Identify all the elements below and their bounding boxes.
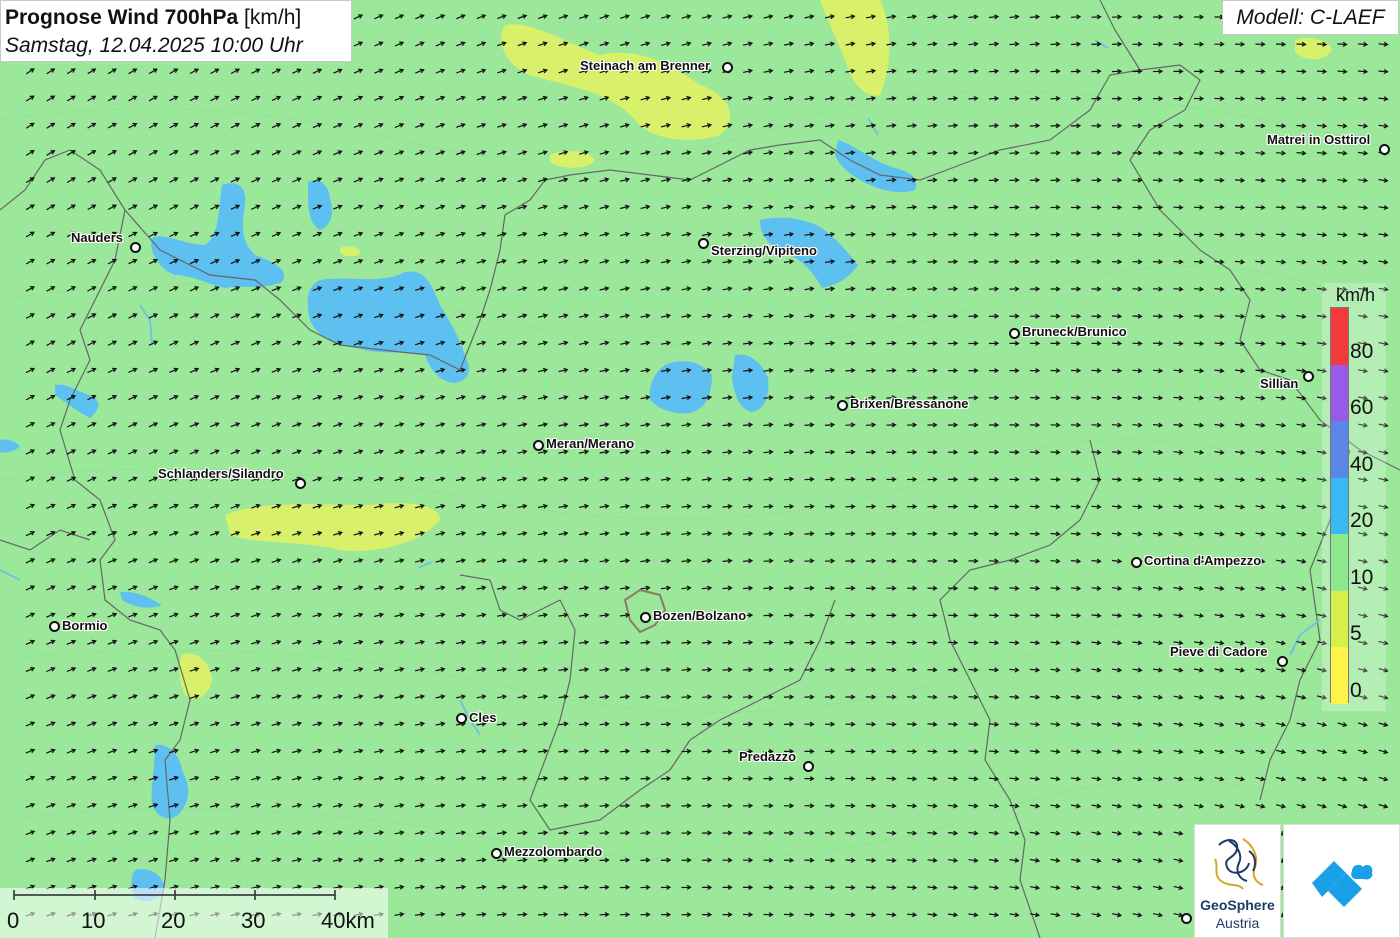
scale-label-0: 0	[7, 908, 20, 933]
city-label-cles: Cles	[469, 710, 497, 725]
geosphere-logo[interactable]: GeoSphere Austria	[1194, 824, 1281, 938]
legend-label-40: 40	[1350, 453, 1374, 476]
geosphere-emblem-icon	[1214, 838, 1264, 890]
city-label-mezzolombardo: Mezzolombardo	[504, 844, 603, 859]
map-title-unit: [km/h]	[244, 6, 302, 29]
map-title: Prognose Wind 700hPa [km/h]	[5, 4, 347, 32]
city-marker[interactable]	[1277, 656, 1288, 667]
city-label-predazzo: Predazzo	[739, 749, 797, 764]
legend-swatch-80	[1331, 308, 1348, 365]
city-marker[interactable]	[295, 478, 306, 489]
city-marker[interactable]	[722, 62, 733, 73]
city-label-pieve: Pieve di Cadore	[1170, 644, 1268, 659]
forecast-datetime: Samstag, 12.04.2025 10:00 Uhr	[5, 34, 303, 57]
legend-swatch-5	[1331, 591, 1348, 647]
city-label-brixen: Brixen/Bressanone	[850, 396, 969, 411]
city-label-schlanders: Schlanders/Silandro	[158, 466, 284, 481]
legend-label-20: 20	[1350, 509, 1374, 532]
legend-swatch-0	[1331, 647, 1348, 704]
city-marker[interactable]	[640, 612, 651, 623]
legend-colorbar	[1330, 307, 1349, 704]
city-label-cortina: Cortina d'Ampezzo	[1144, 553, 1262, 568]
map-title-box: Prognose Wind 700hPa [km/h] Samstag, 12.…	[0, 0, 352, 62]
scale-label-30: 30	[241, 908, 266, 933]
geosphere-name: GeoSphere	[1200, 897, 1275, 913]
city-label-bozen: Bozen/Bolzano	[653, 608, 747, 623]
house-cloud-icon	[1312, 861, 1373, 907]
city-marker[interactable]	[49, 621, 60, 632]
legend-swatch-10	[1331, 534, 1348, 591]
city-marker[interactable]	[837, 400, 848, 411]
city-label-sterzing: Sterzing/Vipiteno	[711, 243, 817, 258]
city-label-matrei: Matrei in Osttirol	[1267, 132, 1371, 147]
model-label: Modell: C-LAEF	[1222, 0, 1399, 35]
legend-unit: km/h	[1336, 285, 1376, 305]
legend-label-60: 60	[1350, 396, 1374, 419]
city-marker[interactable]	[1303, 371, 1314, 382]
city-marker[interactable]	[533, 440, 544, 451]
city-marker[interactable]	[1009, 328, 1020, 339]
city-label-bormio: Bormio	[62, 618, 108, 633]
scale-label-20: 20	[161, 908, 186, 933]
legend-swatch-60	[1331, 365, 1348, 421]
geosphere-country: Austria	[1215, 915, 1260, 931]
city-marker[interactable]	[698, 238, 709, 249]
city-marker[interactable]	[491, 848, 502, 859]
partner-logo[interactable]	[1283, 824, 1400, 938]
city-label-meran: Meran/Merano	[546, 436, 635, 451]
city-label-steinach: Steinach am Brenner	[580, 58, 711, 73]
scale-label-40: 40km	[321, 908, 375, 933]
city-label-nauders: Nauders	[71, 230, 124, 245]
city-label-sillian: Sillian	[1260, 376, 1299, 391]
map-title-main: Prognose Wind 700hPa	[5, 6, 239, 29]
city-marker[interactable]	[1181, 913, 1192, 924]
scale-bar	[13, 890, 336, 900]
city-marker[interactable]	[456, 713, 467, 724]
legend-label-10: 10	[1350, 566, 1374, 589]
city-marker[interactable]	[130, 242, 141, 253]
legend-swatch-20	[1331, 478, 1348, 534]
city-marker[interactable]	[1131, 557, 1142, 568]
legend-swatch-40	[1331, 421, 1348, 478]
legend-label-80: 80	[1350, 340, 1374, 363]
legend-label-5: 5	[1350, 622, 1362, 645]
legend-label-0: 0	[1350, 679, 1362, 702]
scale-label-10: 10	[81, 908, 106, 933]
city-label-bruneck: Bruneck/Brunico	[1022, 324, 1127, 339]
city-marker[interactable]	[803, 761, 814, 772]
city-marker[interactable]	[1379, 144, 1390, 155]
